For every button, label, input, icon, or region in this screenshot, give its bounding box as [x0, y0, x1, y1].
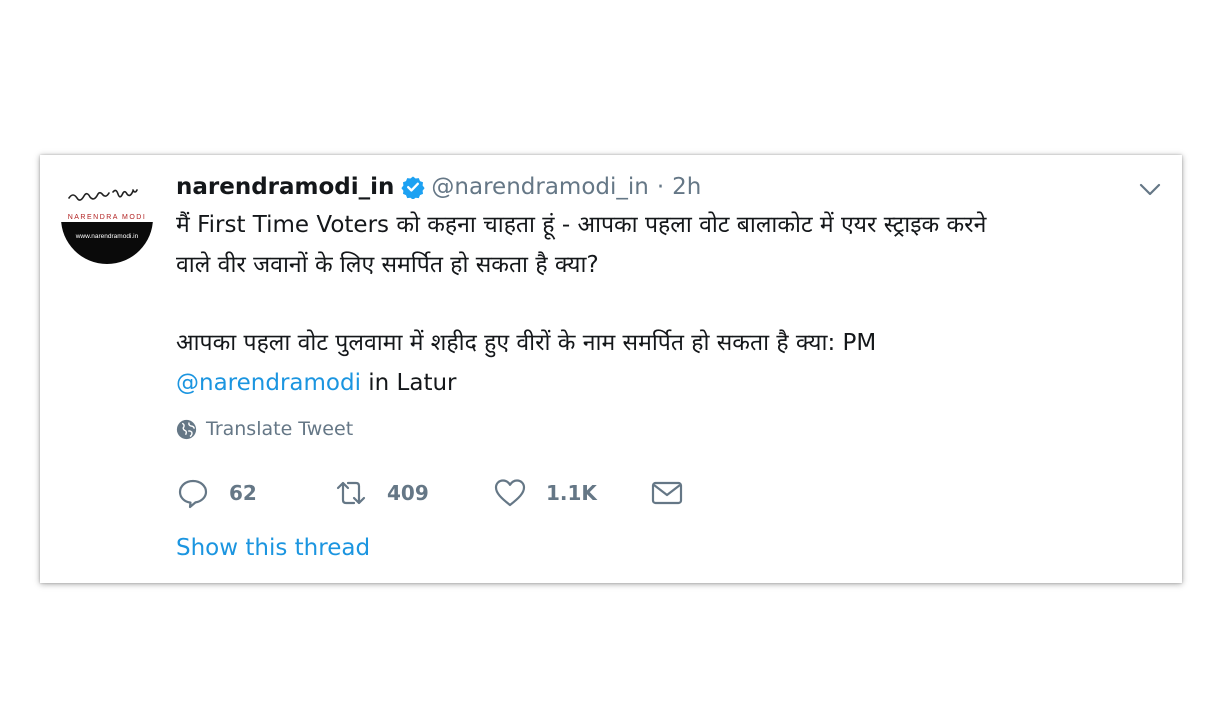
user-handle[interactable]: @narendramodi_in — [431, 174, 648, 200]
tweet-text: मैं First Time Voters को कहना चाहता हूं … — [176, 205, 1166, 403]
avatar-url: www.narendramodi.in — [75, 233, 139, 240]
translate-tweet-link[interactable]: Translate Tweet — [176, 418, 353, 440]
globe-icon — [176, 419, 197, 439]
mention-link[interactable]: @narendramodi — [176, 370, 361, 396]
tweet-actions: 62 409 1.1K — [176, 473, 684, 513]
display-name[interactable]: narendramodi_in — [176, 174, 394, 200]
tweet-text-suffix: in Latur — [360, 370, 457, 396]
direct-message-button[interactable] — [650, 476, 684, 510]
show-thread-link[interactable]: Show this thread — [176, 535, 370, 561]
translate-label: Translate Tweet — [206, 418, 354, 440]
retweet-icon — [336, 481, 366, 505]
tweet-header: narendramodi_in @narendramodi_in · 2h — [176, 169, 701, 205]
retweet-button[interactable]: 409 — [334, 476, 493, 510]
separator-dot: · — [656, 174, 665, 200]
tweet-card[interactable]: NARENDRA MODI www.narendramodi.in narend… — [40, 155, 1182, 583]
reply-count: 62 — [229, 481, 257, 505]
verified-icon — [401, 175, 426, 200]
avatar[interactable]: NARENDRA MODI www.narendramodi.in — [61, 172, 153, 264]
tweet-text-line: मैं First Time Voters को कहना चाहता हूं … — [176, 212, 987, 238]
like-button[interactable]: 1.1K — [493, 476, 650, 510]
tweet-text-line: वाले वीर जवानों के लिए समर्पित हो सकता ह… — [176, 252, 599, 278]
reply-icon — [178, 479, 208, 509]
chevron-down-icon[interactable] — [1138, 177, 1162, 201]
retweet-count: 409 — [387, 481, 429, 505]
mail-icon — [651, 481, 683, 505]
heart-icon — [494, 479, 526, 507]
tweet-text-line: @narendramodi in Latur — [176, 363, 1166, 403]
tweet-timestamp[interactable]: 2h — [672, 174, 701, 200]
avatar-name-band: NARENDRA MODI — [68, 214, 147, 221]
reply-button[interactable]: 62 — [176, 476, 334, 510]
tweet-text-line: आपका पहला वोट पुलवामा में शहीद हुए वीरों… — [176, 330, 877, 356]
like-count: 1.1K — [546, 481, 597, 505]
